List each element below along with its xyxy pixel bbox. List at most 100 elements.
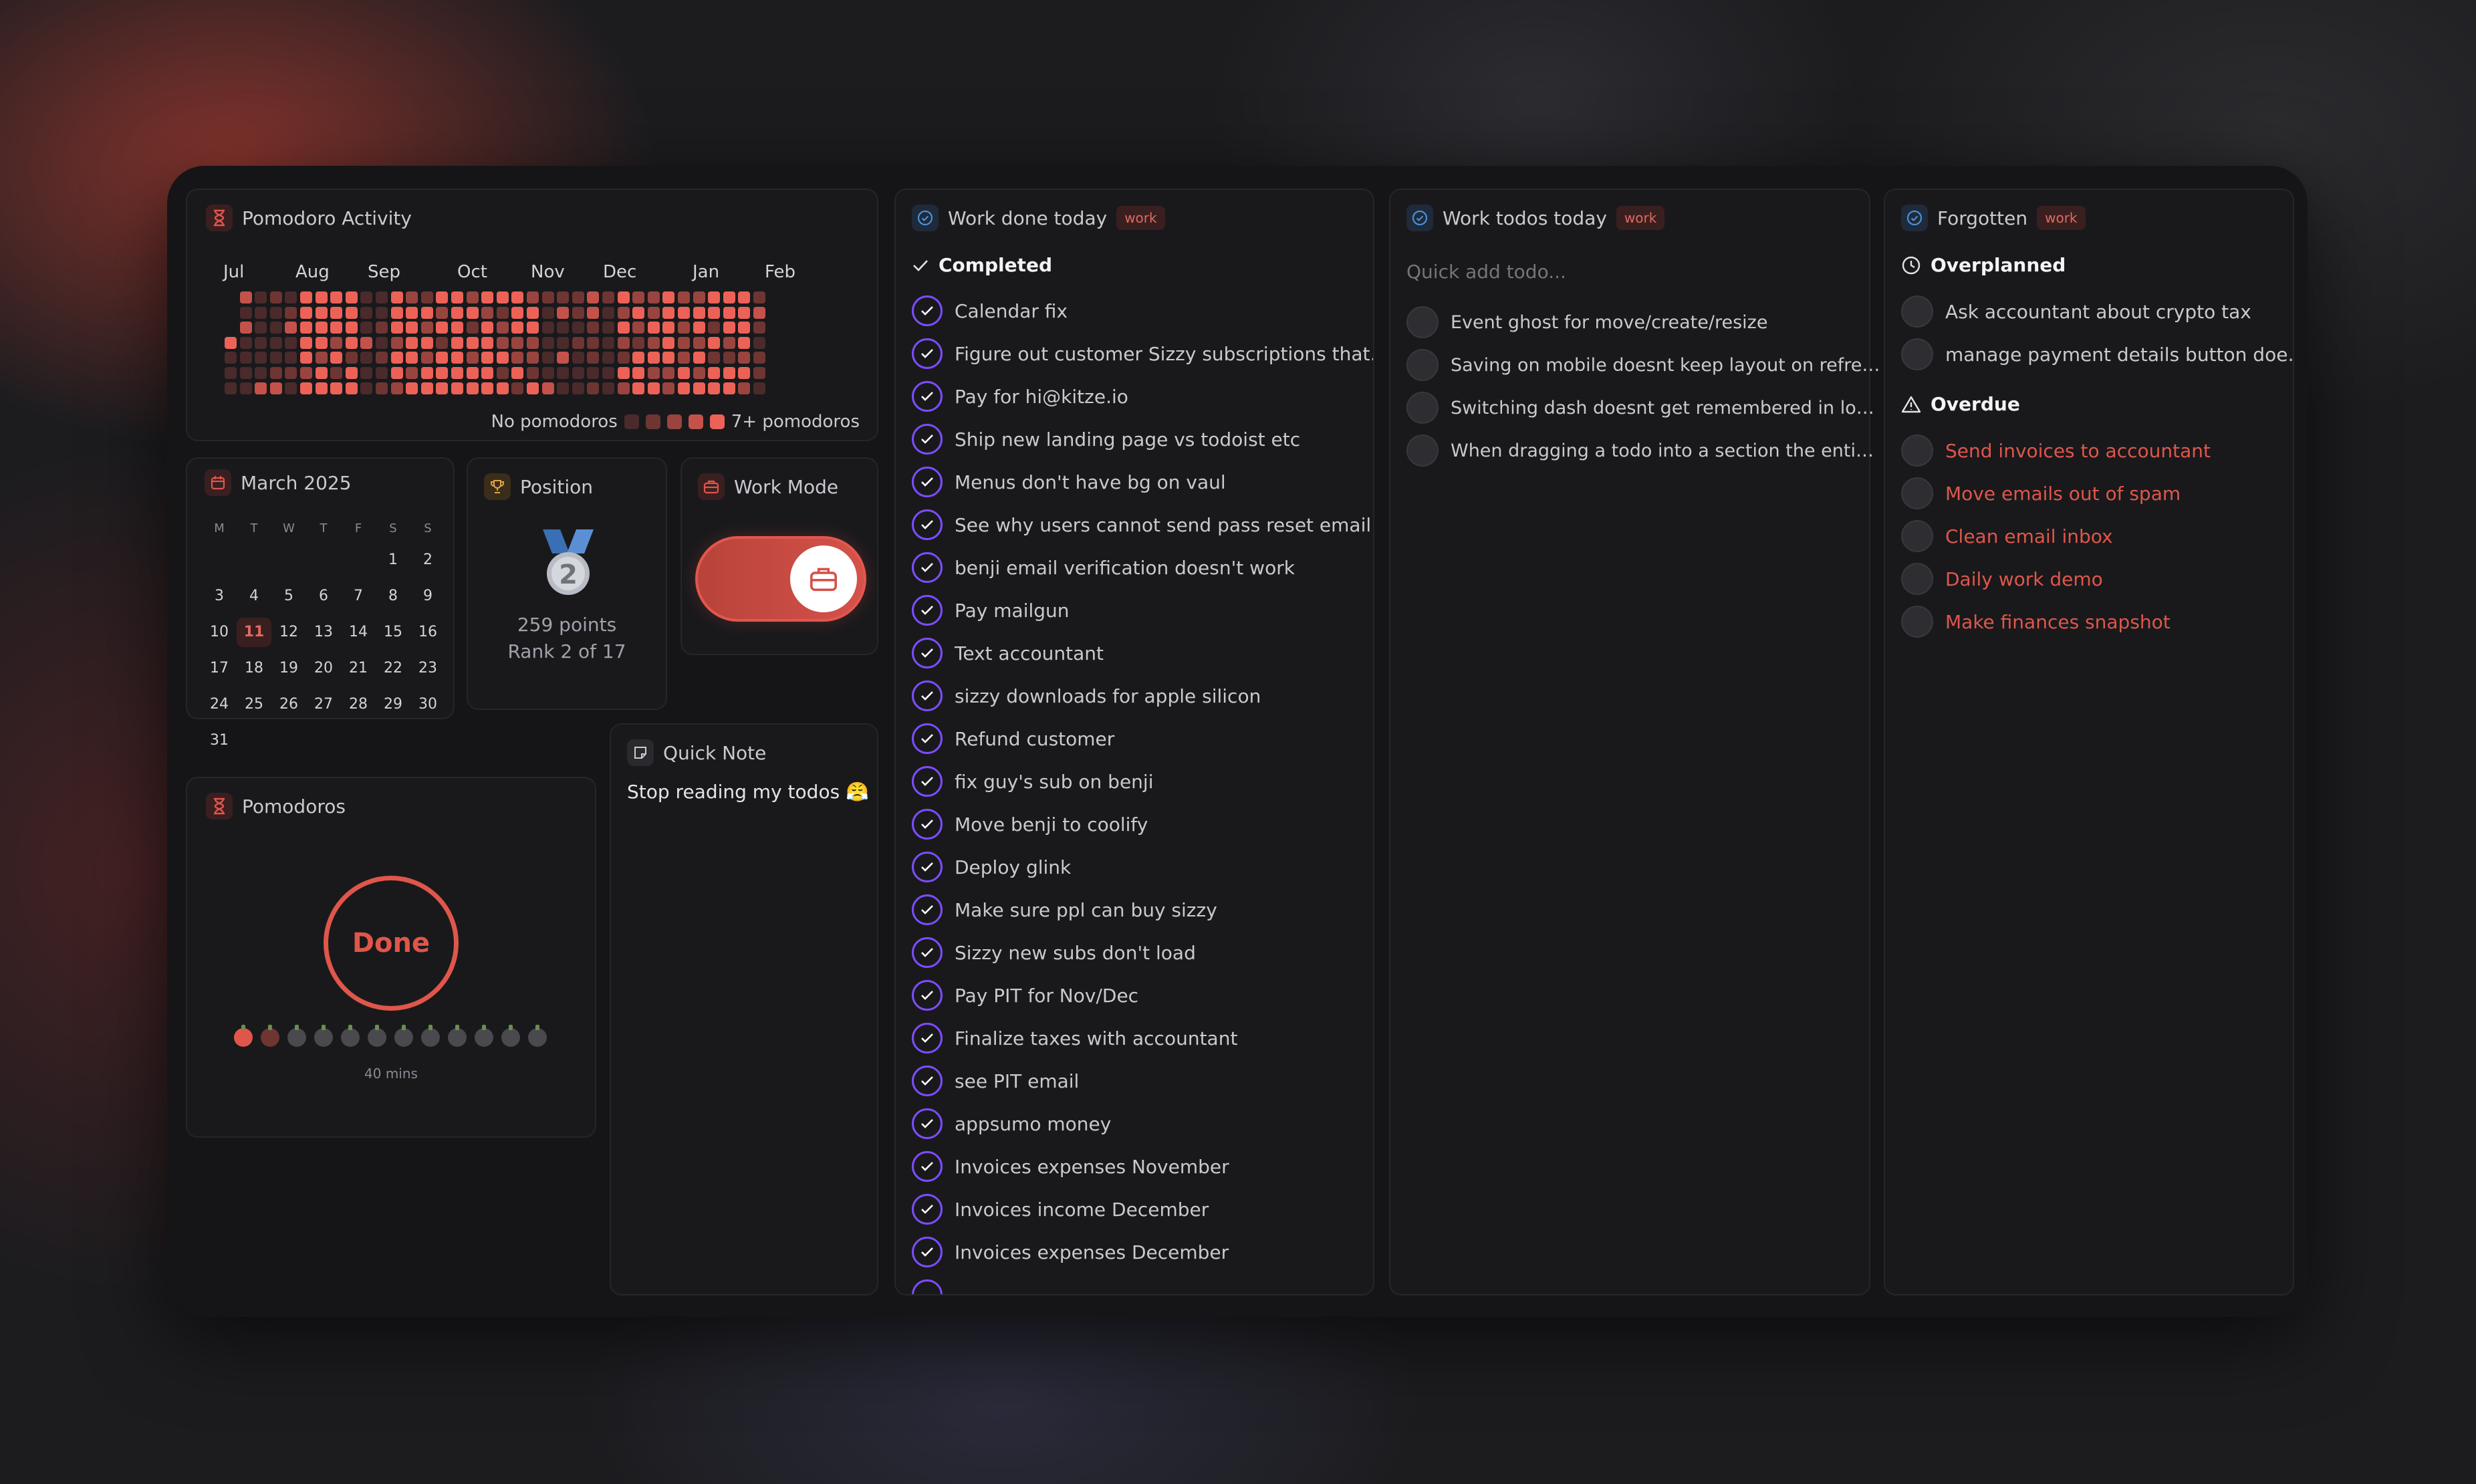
todo-checkbox[interactable] [1406,435,1439,467]
completed-todo-item[interactable]: fix guy's sub on benji [912,766,1153,797]
calendar-day[interactable]: 14 [341,618,376,647]
overplanned-todo-item[interactable]: Ask accountant about crypto tax [1901,295,2251,328]
calendar-day[interactable]: 26 [271,690,306,719]
completed-checkbox[interactable] [912,552,943,583]
completed-checkbox[interactable] [912,809,943,840]
todo-checkbox[interactable] [1901,563,1933,595]
calendar-day[interactable]: 27 [306,690,341,719]
completed-todo-item[interactable]: Ship new landing page vs todoist etc [912,424,1300,455]
completed-todo-item[interactable]: Move benji to coolify [912,809,1148,840]
completed-todo-item[interactable] [912,1279,943,1294]
calendar-day[interactable]: 18 [237,654,271,683]
completed-todo-item[interactable]: Pay mailgun [912,595,1070,626]
completed-todo-item[interactable]: Text accountant [912,638,1104,668]
work-tag[interactable]: work [1616,206,1665,230]
completed-checkbox[interactable] [912,852,943,882]
todo-checkbox[interactable] [1901,606,1933,638]
calendar-day[interactable]: 21 [341,654,376,683]
calendar-day-today[interactable]: 11 [237,618,271,647]
completed-checkbox[interactable] [912,1023,943,1054]
overdue-todo-item[interactable]: Clean email inbox [1901,520,2113,552]
calendar-day[interactable]: 25 [237,690,271,719]
completed-todo-item[interactable]: see PIT email [912,1066,1079,1096]
work-tag[interactable]: work [2037,206,2086,230]
todo-checkbox[interactable] [1406,349,1439,381]
completed-checkbox[interactable] [912,509,943,540]
work-mode-toggle[interactable] [695,536,866,622]
calendar-day[interactable]: 15 [376,618,410,647]
calendar-day[interactable]: 16 [410,618,445,647]
calendar-day[interactable]: 29 [376,690,410,719]
quick-note-text[interactable]: Stop reading my todos 😤 [627,781,869,803]
overdue-todo-item[interactable]: Daily work demo [1901,563,2103,595]
completed-todo-item[interactable]: Finalize taxes with accountant [912,1023,1237,1054]
completed-todo-item[interactable]: Invoices expenses November [912,1151,1229,1182]
completed-todo-item[interactable]: See why users cannot send pass reset ema… [912,509,1373,540]
overdue-todo-item[interactable]: Make finances snapshot [1901,606,2171,638]
todo-checkbox[interactable] [1901,477,1933,509]
todo-checkbox[interactable] [1406,392,1439,424]
todo-checkbox[interactable] [1406,306,1439,338]
overdue-todo-item[interactable]: Send invoices to accountant [1901,435,2211,467]
completed-todo-item[interactable]: Invoices income December [912,1194,1209,1225]
calendar-day[interactable]: 2 [410,545,445,575]
completed-todo-item[interactable]: Deploy glink [912,852,1071,882]
completed-todo-item[interactable]: Figure out customer Sizzy subscriptions … [912,338,1373,369]
calendar-day[interactable]: 3 [202,582,237,611]
calendar-day[interactable]: 31 [202,726,237,755]
completed-checkbox[interactable] [912,338,943,369]
completed-checkbox[interactable] [912,638,943,668]
completed-checkbox[interactable] [912,381,943,412]
calendar-day[interactable]: 10 [202,618,237,647]
todo-checkbox[interactable] [1901,295,1933,328]
calendar-day[interactable]: 9 [410,582,445,611]
completed-checkbox[interactable] [912,766,943,797]
overdue-todo-item[interactable]: Move emails out of spam [1901,477,2181,509]
completed-checkbox[interactable] [912,424,943,455]
calendar-day[interactable]: 4 [237,582,271,611]
completed-todo-item[interactable]: sizzy downloads for apple silicon [912,681,1261,711]
completed-checkbox[interactable] [912,937,943,968]
calendar-day[interactable]: 19 [271,654,306,683]
completed-todo-item[interactable]: Pay for hi@kitze.io [912,381,1128,412]
calendar-day[interactable]: 22 [376,654,410,683]
calendar-day[interactable]: 13 [306,618,341,647]
work-tag[interactable]: work [1116,206,1165,230]
completed-todo-item[interactable]: appsumo money [912,1108,1111,1139]
completed-checkbox[interactable] [912,295,943,326]
completed-checkbox[interactable] [912,894,943,925]
completed-checkbox[interactable] [912,1066,943,1096]
todo-checkbox[interactable] [1901,520,1933,552]
work-todo-item[interactable]: Event ghost for move/create/resize [1406,306,1767,338]
completed-todo-item[interactable]: Make sure ppl can buy sizzy [912,894,1217,925]
completed-checkbox[interactable] [912,1108,943,1139]
completed-checkbox[interactable] [912,467,943,497]
todo-checkbox[interactable] [1901,338,1933,370]
work-todo-item[interactable]: Switching dash doesnt get remembered in … [1406,392,1874,424]
work-todo-item[interactable]: When dragging a todo into a section the … [1406,435,1874,467]
todo-checkbox[interactable] [1901,435,1933,467]
overplanned-todo-item[interactable]: manage payment details button doe… [1901,338,2293,370]
completed-todo-item[interactable]: Sizzy new subs don't load [912,937,1196,968]
completed-section-header[interactable]: Completed [912,254,1052,276]
completed-checkbox[interactable] [912,980,943,1011]
calendar-day[interactable]: 24 [202,690,237,719]
calendar-day[interactable]: 5 [271,582,306,611]
completed-todo-item[interactable]: Calendar fix [912,295,1068,326]
completed-todo-item[interactable]: Invoices expenses December [912,1237,1229,1267]
calendar-day[interactable]: 1 [376,545,410,575]
calendar-day[interactable]: 8 [376,582,410,611]
completed-todo-item[interactable]: Pay PIT for Nov/Dec [912,980,1138,1011]
calendar-day[interactable]: 23 [410,654,445,683]
calendar-day[interactable]: 20 [306,654,341,683]
completed-todo-item[interactable]: benji email verification doesn't work [912,552,1295,583]
completed-checkbox[interactable] [912,723,943,754]
overplanned-section-header[interactable]: Overplanned [1901,254,2066,276]
calendar-day[interactable]: 30 [410,690,445,719]
overdue-section-header[interactable]: Overdue [1901,393,2020,415]
completed-checkbox[interactable] [912,1194,943,1225]
completed-checkbox[interactable] [912,1237,943,1267]
completed-checkbox[interactable] [912,1279,943,1294]
calendar-day[interactable]: 12 [271,618,306,647]
calendar-day[interactable]: 6 [306,582,341,611]
